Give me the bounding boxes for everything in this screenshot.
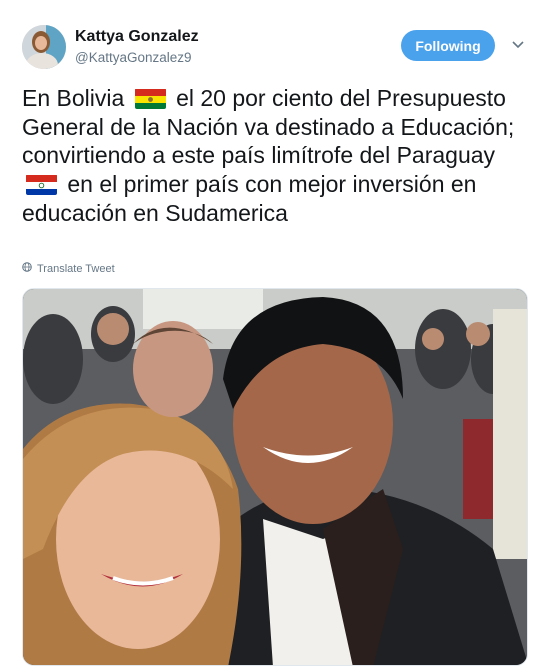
- bolivia-flag-icon: [134, 88, 166, 109]
- paraguay-flag-icon: [26, 174, 57, 196]
- tweet-text: En Bolivia el 20 por ciento del Presupue…: [22, 84, 522, 228]
- author-name[interactable]: Kattya Gonzalez: [75, 28, 199, 46]
- chevron-down-icon[interactable]: [511, 38, 525, 52]
- author-handle[interactable]: @KattyaGonzalez9: [75, 50, 192, 65]
- selfie-photo[interactable]: [22, 288, 528, 666]
- following-button[interactable]: Following: [401, 30, 495, 61]
- tweet-text-part: en el primer país con mejor inversión en…: [22, 171, 477, 226]
- globe-icon: [22, 262, 32, 275]
- translate-label: Translate Tweet: [37, 262, 115, 275]
- tweet-text-part: En Bolivia: [22, 85, 125, 111]
- translate-tweet-link[interactable]: Translate Tweet: [22, 262, 115, 275]
- avatar[interactable]: [22, 25, 66, 69]
